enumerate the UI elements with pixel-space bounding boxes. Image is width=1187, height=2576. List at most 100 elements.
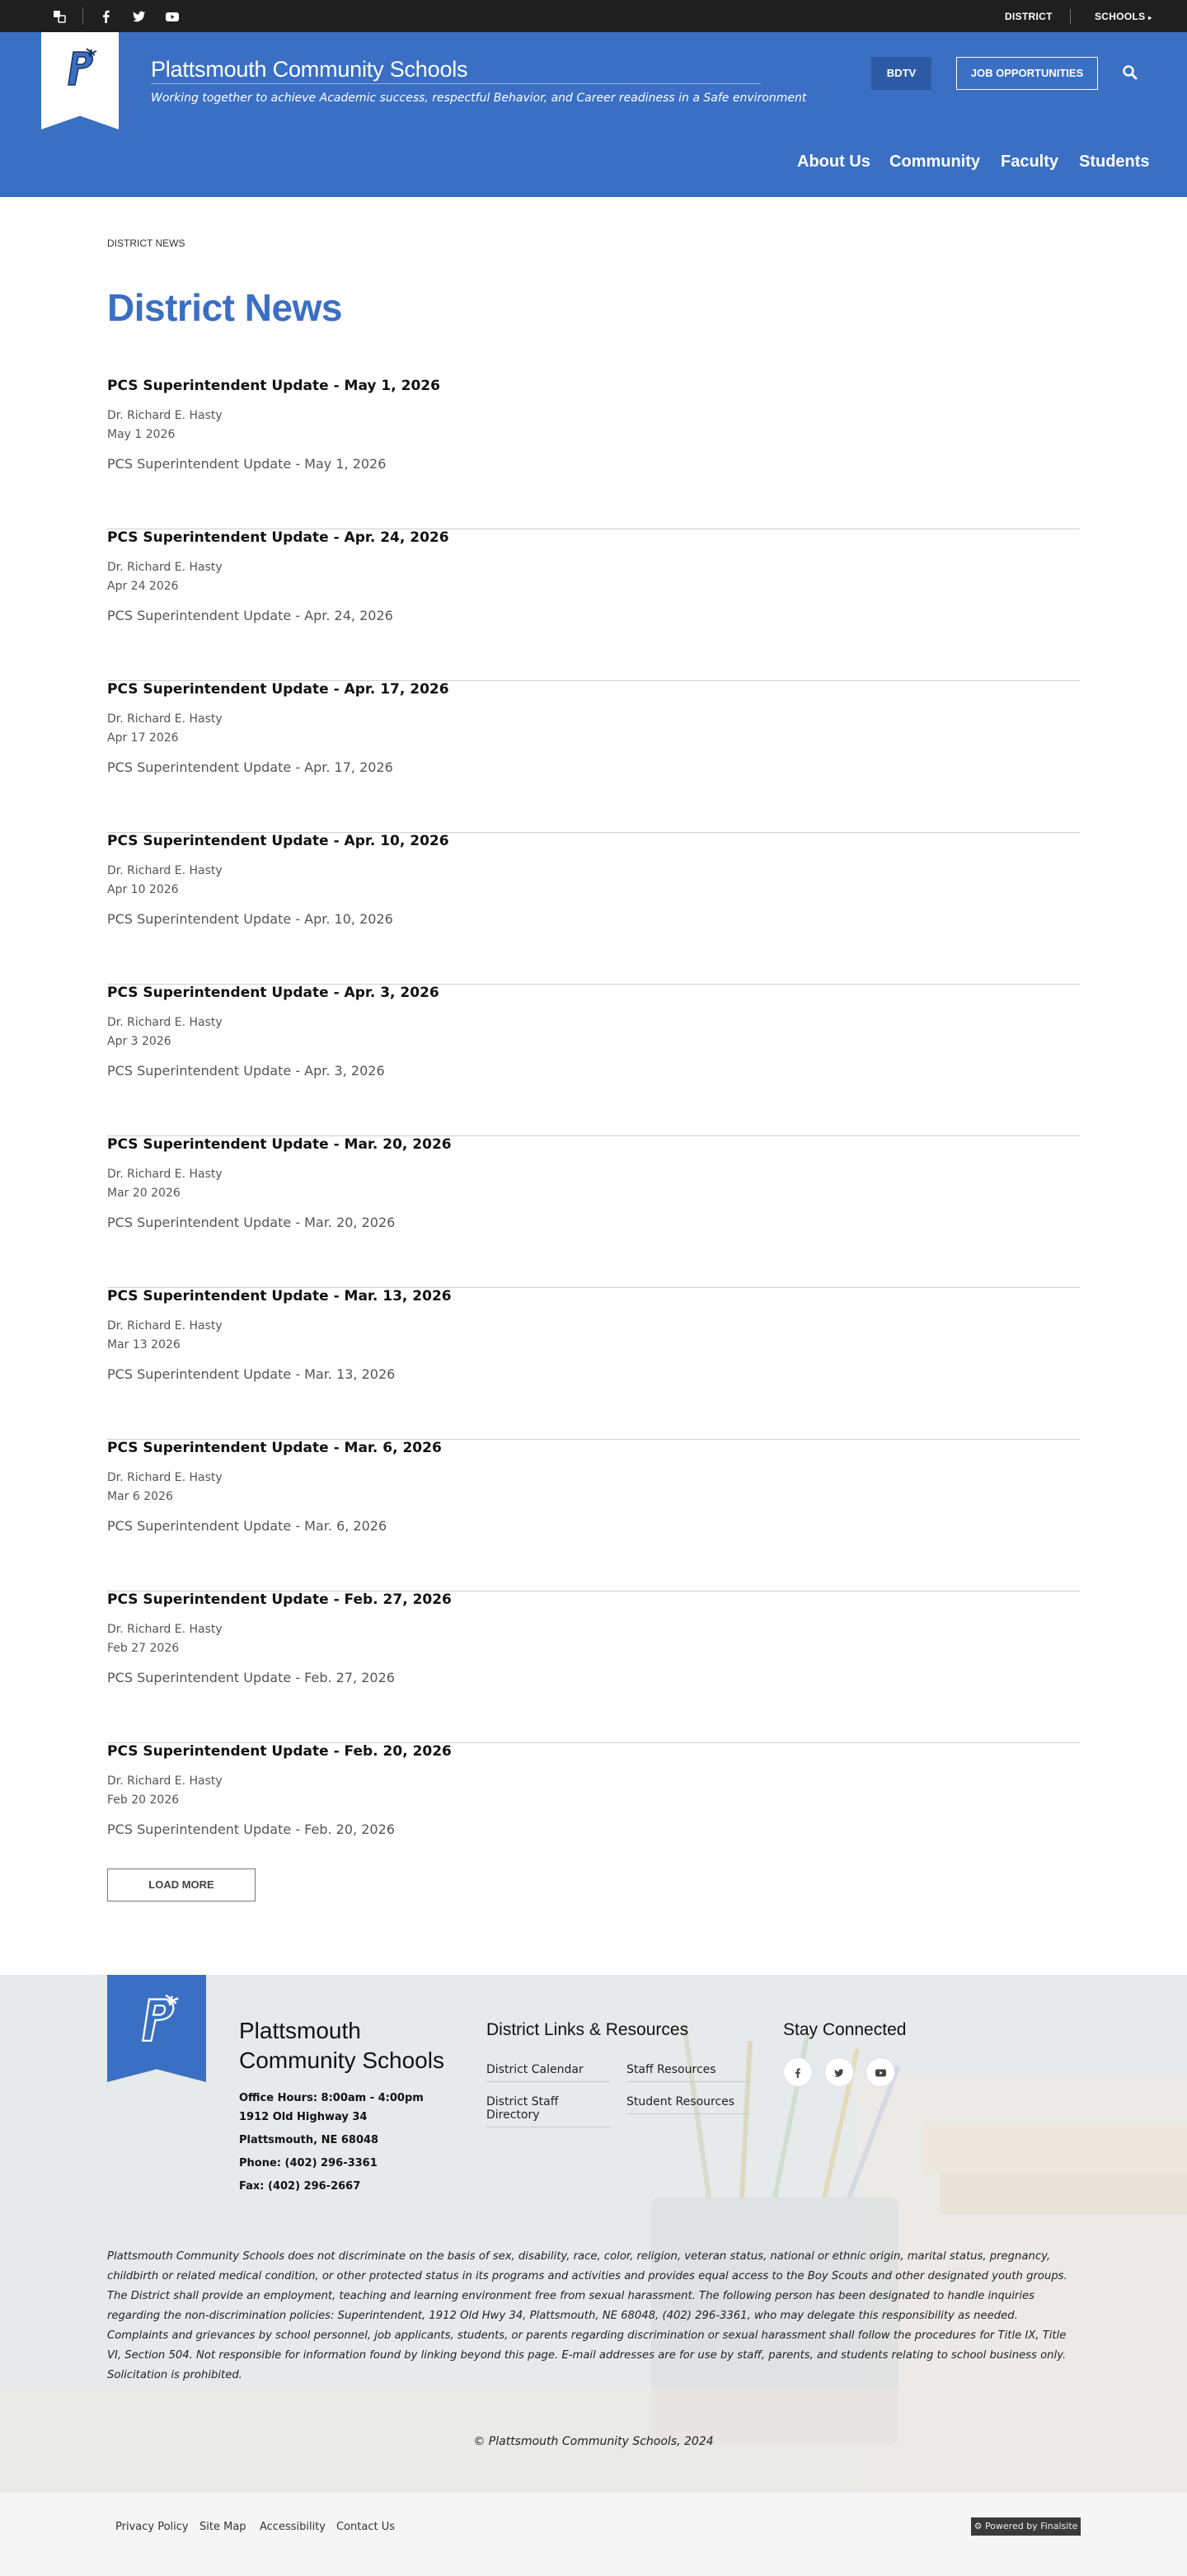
finalsite-icon: ⚙ — [974, 2521, 983, 2531]
news-post: PCS Superintendent Update - Mar. 20, 202… — [107, 1136, 1080, 1288]
twitter-icon[interactable] — [824, 2057, 854, 2087]
post-date: Feb 27 2026 — [107, 1642, 180, 1655]
page-title: District News — [107, 286, 342, 329]
breadcrumb[interactable]: DISTRICT NEWS — [107, 237, 185, 249]
post-description: PCS Superintendent Update - Apr. 3, 2026 — [107, 1063, 385, 1079]
post-date: Apr 17 2026 — [107, 731, 179, 745]
copyright: © Plattsmouth Community Schools, 2024 — [473, 2435, 714, 2448]
address-line-2: Plattsmouth, NE 68048 — [239, 2134, 379, 2146]
post-description: PCS Superintendent Update - May 1, 2026 — [107, 456, 387, 472]
district-link[interactable]: DISTRICT — [1005, 11, 1053, 22]
nav-faculty[interactable]: Faculty — [1001, 153, 1058, 172]
title-divider — [151, 83, 761, 84]
school-logo-icon — [142, 1994, 179, 2042]
post-date: May 1 2026 — [107, 428, 176, 441]
link-staff-resources[interactable]: Staff Resources — [626, 2063, 750, 2082]
post-title[interactable]: PCS Superintendent Update - Apr. 24, 202… — [107, 529, 449, 546]
post-date: Mar 20 2026 — [107, 1187, 181, 1200]
link-district-staff-directory[interactable]: District Staff Directory — [486, 2095, 610, 2127]
address-line-1: 1912 Old Highway 34 — [239, 2111, 368, 2123]
post-description: PCS Superintendent Update - Feb. 20, 202… — [107, 1822, 395, 1837]
news-post: PCS Superintendent Update - May 1, 2026 D… — [107, 378, 1080, 529]
district-links-heading: District Links & Resources — [486, 2020, 689, 2039]
privacy-policy-link[interactable]: Privacy Policy — [115, 2521, 189, 2533]
post-author: Dr. Richard E. Hasty — [107, 1016, 223, 1029]
youtube-icon[interactable] — [866, 2057, 895, 2087]
topbar-divider — [82, 7, 83, 25]
post-author: Dr. Richard E. Hasty — [107, 561, 223, 574]
phone-number[interactable]: Phone: (402) 296-3361 — [239, 2157, 378, 2169]
post-title[interactable]: PCS Superintendent Update - Mar. 20, 202… — [107, 1136, 452, 1153]
powered-by-label: Powered by Finalsite — [984, 2521, 1078, 2531]
stay-connected-heading: Stay Connected — [783, 2020, 907, 2039]
post-description: PCS Superintendent Update - Mar. 13, 202… — [107, 1366, 396, 1382]
post-date: Mar 13 2026 — [107, 1338, 181, 1351]
logo-banner[interactable] — [41, 32, 119, 129]
accessibility-link[interactable]: Accessibility — [260, 2521, 326, 2533]
post-author: Dr. Richard E. Hasty — [107, 1319, 223, 1333]
youtube-icon[interactable] — [166, 10, 179, 23]
footer-logo-banner[interactable] — [107, 1975, 206, 2082]
load-more-button[interactable]: LOAD MORE — [107, 1869, 256, 1901]
post-description: PCS Superintendent Update - Apr. 10, 202… — [107, 911, 393, 927]
nav-community[interactable]: Community — [889, 153, 980, 172]
post-author: Dr. Richard E. Hasty — [107, 864, 223, 877]
post-title[interactable]: PCS Superintendent Update - Mar. 13, 202… — [107, 1288, 452, 1304]
contact-us-link[interactable]: Contact Us — [336, 2521, 395, 2533]
bottom-bar: Privacy Policy Site Map Accessibility Co… — [0, 2493, 1187, 2576]
facebook-icon[interactable] — [100, 10, 113, 23]
news-post: PCS Superintendent Update - Apr. 3, 2026… — [107, 985, 1080, 1136]
schools-label: SCHOOLS — [1095, 11, 1146, 22]
nav-about-us[interactable]: About Us — [797, 153, 870, 172]
post-date: Apr 24 2026 — [107, 580, 179, 593]
post-title[interactable]: PCS Superintendent Update - Mar. 6, 2026 — [107, 1440, 442, 1456]
post-date: Mar 6 2026 — [107, 1490, 173, 1503]
post-date: Apr 3 2026 — [107, 1035, 171, 1048]
nav-students[interactable]: Students — [1079, 153, 1150, 172]
schools-dropdown[interactable]: SCHOOLS ▸ — [1095, 11, 1152, 22]
powered-by-badge[interactable]: ⚙ Powered by Finalsite — [971, 2517, 1081, 2536]
post-title[interactable]: PCS Superintendent Update - Apr. 17, 202… — [107, 681, 449, 698]
non-discrimination-statement: Plattsmouth Community Schools does not d… — [107, 2250, 1067, 2381]
link-district-calendar[interactable]: District Calendar — [486, 2063, 610, 2082]
bdtv-button[interactable]: BDTV — [871, 57, 931, 90]
site-title[interactable]: Plattsmouth Community Schools — [151, 57, 468, 82]
search-icon[interactable] — [1122, 64, 1138, 81]
post-title[interactable]: PCS Superintendent Update - Feb. 20, 202… — [107, 1743, 452, 1760]
site-map-link[interactable]: Site Map — [199, 2521, 246, 2533]
link-student-resources[interactable]: Student Resources — [626, 2095, 750, 2114]
topbar-divider — [1070, 9, 1071, 24]
twitter-icon[interactable] — [133, 10, 146, 23]
post-author: Dr. Richard E. Hasty — [107, 1775, 223, 1788]
fax-number: Fax: (402) 296-2667 — [239, 2180, 361, 2193]
post-description: PCS Superintendent Update - Mar. 20, 202… — [107, 1215, 396, 1230]
news-post: PCS Superintendent Update - Apr. 10, 202… — [107, 833, 1080, 985]
site-tagline: Working together to achieve Academic suc… — [151, 92, 807, 105]
post-description: PCS Superintendent Update - Apr. 17, 202… — [107, 759, 393, 775]
news-post: PCS Superintendent Update - Apr. 24, 202… — [107, 529, 1080, 681]
post-description: PCS Superintendent Update - Feb. 27, 202… — [107, 1670, 395, 1685]
post-author: Dr. Richard E. Hasty — [107, 1623, 223, 1636]
translate-icon[interactable] — [53, 10, 66, 23]
post-author: Dr. Richard E. Hasty — [107, 1168, 223, 1181]
post-title[interactable]: PCS Superintendent Update - Apr. 10, 202… — [107, 833, 449, 849]
post-title[interactable]: PCS Superintendent Update - May 1, 2026 — [107, 378, 440, 394]
post-description: PCS Superintendent Update - Mar. 6, 2026 — [107, 1518, 387, 1534]
facebook-icon[interactable] — [783, 2057, 813, 2087]
job-opportunities-button[interactable]: JOB OPPORTUNITIES — [956, 57, 1098, 90]
office-hours: Office Hours: 8:00am - 4:00pm — [239, 2092, 424, 2104]
post-title[interactable]: PCS Superintendent Update - Apr. 3, 2026 — [107, 985, 439, 1001]
news-post: PCS Superintendent Update - Feb. 27, 202… — [107, 1591, 1080, 1743]
post-author: Dr. Richard E. Hasty — [107, 712, 223, 726]
site-footer: Plattsmouth Community Schools Office Hou… — [0, 1975, 1187, 2493]
footer-school-name: Plattsmouth Community Schools — [239, 2018, 444, 2073]
caret-right-icon: ▸ — [1148, 14, 1152, 21]
news-post: PCS Superintendent Update - Mar. 13, 202… — [107, 1288, 1080, 1440]
post-author: Dr. Richard E. Hasty — [107, 409, 223, 422]
news-post: PCS Superintendent Update - Mar. 6, 2026… — [107, 1440, 1080, 1591]
post-date: Feb 20 2026 — [107, 1793, 180, 1807]
news-post: PCS Superintendent Update - Apr. 17, 202… — [107, 681, 1080, 833]
post-description: PCS Superintendent Update - Apr. 24, 202… — [107, 608, 393, 623]
post-title[interactable]: PCS Superintendent Update - Feb. 27, 202… — [107, 1591, 452, 1608]
site-header: Plattsmouth Community Schools Working to… — [0, 32, 1187, 197]
